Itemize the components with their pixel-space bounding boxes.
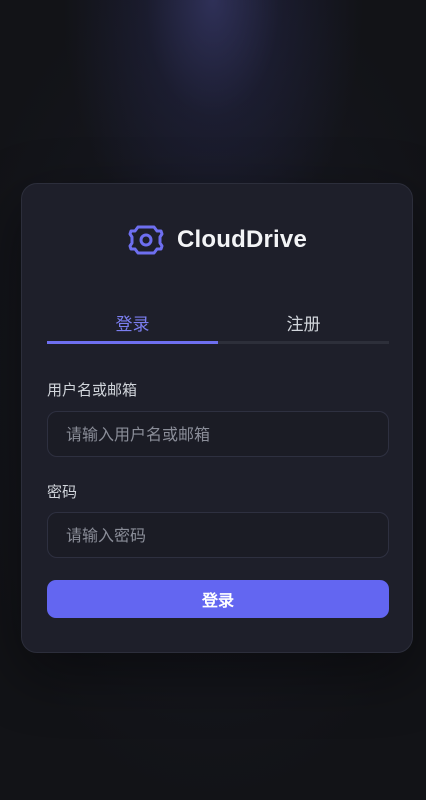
login-card: CloudDrive 登录 注册 用户名或邮箱 密码 登录 (21, 183, 413, 653)
tab-register-label: 注册 (286, 315, 321, 335)
username-label: 用户名或邮箱 (47, 381, 138, 399)
tab-login-label: 登录 (115, 315, 150, 335)
auth-tabs: 登录 注册 (47, 302, 389, 344)
tab-register[interactable]: 注册 (218, 302, 389, 344)
login-button[interactable]: 登录 (47, 580, 389, 618)
brand-header: CloudDrive (22, 222, 412, 258)
username-input[interactable] (47, 411, 389, 457)
tab-login[interactable]: 登录 (47, 302, 218, 344)
password-label: 密码 (47, 483, 78, 501)
password-input[interactable] (47, 512, 389, 558)
cloud-gear-logo-icon (128, 225, 164, 255)
app-name: CloudDrive (176, 226, 307, 253)
